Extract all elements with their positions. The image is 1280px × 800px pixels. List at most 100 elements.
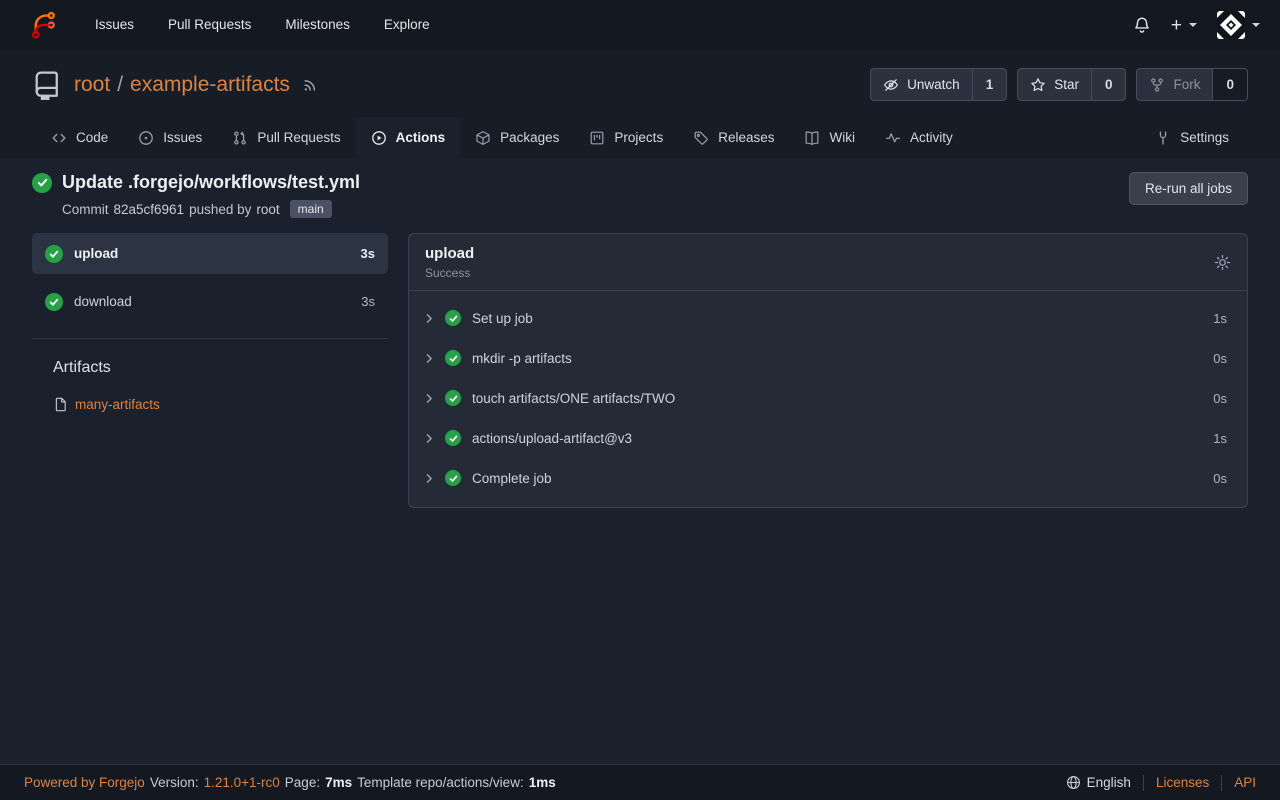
- fork-button[interactable]: Fork 0: [1136, 68, 1248, 101]
- create-new-menu[interactable]: +: [1171, 16, 1197, 35]
- tab-wiki[interactable]: Wiki: [789, 117, 870, 158]
- chevron-right-icon: [423, 392, 436, 405]
- job-name: download: [74, 294, 132, 309]
- repo-tabs: Code Issues Pull Requests: [24, 117, 1256, 158]
- chevron-right-icon: [423, 472, 436, 485]
- notifications-bell-icon[interactable]: [1133, 16, 1151, 34]
- globe-icon: [1066, 775, 1081, 790]
- rss-icon[interactable]: [302, 76, 319, 93]
- wrench-icon: [1155, 130, 1171, 146]
- success-check-icon: [445, 350, 461, 366]
- tab-actions[interactable]: Actions: [356, 117, 461, 158]
- chevron-right-icon: [423, 312, 436, 325]
- tab-projects[interactable]: Projects: [574, 117, 678, 158]
- step-row[interactable]: touch artifacts/ONE artifacts/TWO 0s: [409, 378, 1247, 418]
- forgejo-logo-icon[interactable]: [28, 10, 58, 40]
- tab-label: Projects: [614, 130, 663, 145]
- star-button[interactable]: Star 0: [1017, 68, 1126, 101]
- user-menu[interactable]: [1217, 11, 1260, 39]
- branch-badge[interactable]: main: [290, 200, 332, 218]
- job-name: upload: [74, 246, 118, 261]
- unwatch-label: Unwatch: [907, 77, 960, 92]
- repo-book-icon: [32, 70, 62, 100]
- tab-label: Code: [76, 130, 108, 145]
- repo-name-link[interactable]: example-artifacts: [130, 73, 290, 97]
- file-icon: [53, 397, 68, 412]
- tab-packages[interactable]: Packages: [460, 117, 574, 158]
- step-duration: 0s: [1213, 351, 1227, 366]
- play-circle-icon: [371, 130, 387, 146]
- job-row-download[interactable]: download 3s: [32, 281, 388, 322]
- repo-owner-link[interactable]: root: [74, 73, 110, 97]
- artifacts-heading: Artifacts: [32, 359, 388, 377]
- job-duration: 3s: [361, 294, 375, 309]
- nav-link-explore[interactable]: Explore: [367, 0, 447, 50]
- api-link[interactable]: API: [1234, 775, 1256, 790]
- divider: [1221, 775, 1222, 791]
- step-name: Set up job: [472, 311, 533, 326]
- tab-label: Actions: [396, 130, 446, 145]
- stars-count[interactable]: 0: [1091, 69, 1126, 100]
- watchers-count[interactable]: 1: [972, 69, 1007, 100]
- tab-settings[interactable]: Settings: [1140, 117, 1244, 158]
- page-time-value: 7ms: [325, 775, 352, 790]
- page-time-label: Page:: [285, 775, 320, 790]
- step-row[interactable]: Complete job 0s: [409, 458, 1247, 498]
- tab-label: Settings: [1180, 130, 1229, 145]
- rerun-all-jobs-button[interactable]: Re-run all jobs: [1129, 172, 1248, 205]
- issue-icon: [138, 130, 154, 146]
- unwatch-button[interactable]: Unwatch 1: [870, 68, 1007, 101]
- tab-issues[interactable]: Issues: [123, 117, 217, 158]
- eye-slash-icon: [883, 77, 899, 93]
- top-navbar: Issues Pull Requests Milestones Explore …: [0, 0, 1280, 50]
- step-duration: 0s: [1213, 471, 1227, 486]
- chevron-down-icon: [1189, 23, 1197, 27]
- tab-pull-requests[interactable]: Pull Requests: [217, 117, 355, 158]
- book-open-icon: [804, 130, 820, 146]
- pull-request-icon: [232, 130, 248, 146]
- success-check-icon: [45, 293, 63, 311]
- step-row[interactable]: mkdir -p artifacts 0s: [409, 338, 1247, 378]
- tab-activity[interactable]: Activity: [870, 117, 968, 158]
- tab-releases[interactable]: Releases: [678, 117, 789, 158]
- step-name: mkdir -p artifacts: [472, 351, 572, 366]
- job-row-upload[interactable]: upload 3s: [32, 233, 388, 274]
- actions-run-view: Update .forgejo/workflows/test.yml Commi…: [0, 158, 1280, 764]
- chevron-right-icon: [423, 432, 436, 445]
- commit-sha-link[interactable]: 82a5cf6961: [114, 202, 185, 217]
- nav-link-issues[interactable]: Issues: [78, 0, 151, 50]
- tab-code[interactable]: Code: [36, 117, 123, 158]
- step-duration: 1s: [1213, 431, 1227, 446]
- licenses-link[interactable]: Licenses: [1156, 775, 1209, 790]
- nav-link-milestones[interactable]: Milestones: [268, 0, 367, 50]
- template-time-label: Template repo/actions/view:: [357, 775, 524, 790]
- artifact-link[interactable]: many-artifacts: [75, 397, 160, 412]
- commit-author-link[interactable]: root: [256, 202, 279, 217]
- template-time-value: 1ms: [529, 775, 556, 790]
- nav-link-pull-requests[interactable]: Pull Requests: [151, 0, 268, 50]
- job-duration: 3s: [361, 246, 375, 261]
- version-label: Version:: [150, 775, 199, 790]
- success-check-icon: [445, 390, 461, 406]
- breadcrumb-separator: /: [117, 73, 123, 97]
- step-name: Complete job: [472, 471, 552, 486]
- success-check-icon: [445, 430, 461, 446]
- tab-label: Packages: [500, 130, 559, 145]
- tab-label: Pull Requests: [257, 130, 340, 145]
- forks-count[interactable]: 0: [1212, 69, 1247, 100]
- language-selector[interactable]: English: [1066, 775, 1131, 790]
- code-icon: [51, 130, 67, 146]
- success-check-icon: [32, 173, 52, 193]
- powered-by-link[interactable]: Powered by Forgejo: [24, 775, 145, 790]
- commit-label: Commit: [62, 202, 109, 217]
- step-row[interactable]: actions/upload-artifact@v3 1s: [409, 418, 1247, 458]
- step-name: actions/upload-artifact@v3: [472, 431, 632, 446]
- tab-label: Releases: [718, 130, 774, 145]
- step-row[interactable]: Set up job 1s: [409, 298, 1247, 338]
- step-duration: 1s: [1213, 311, 1227, 326]
- footer: Powered by Forgejo Version: 1.21.0+1-rc0…: [0, 764, 1280, 800]
- gear-icon[interactable]: [1214, 254, 1231, 271]
- version-link[interactable]: 1.21.0+1-rc0: [204, 775, 280, 790]
- status-badge: Success: [425, 266, 474, 280]
- chevron-right-icon: [423, 352, 436, 365]
